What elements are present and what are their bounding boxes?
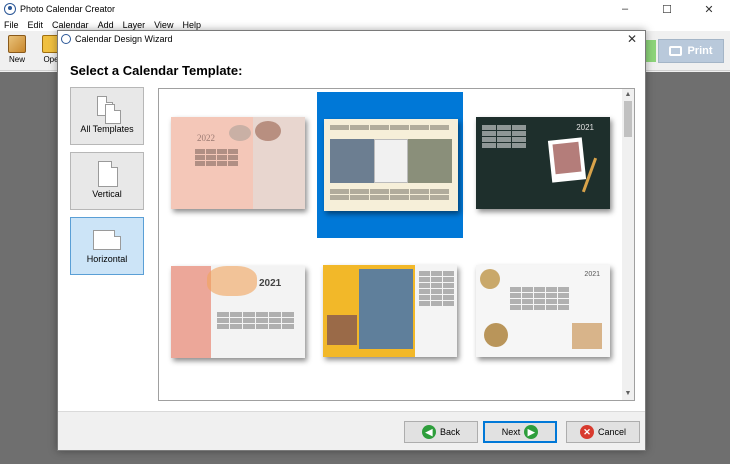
template-photo — [229, 125, 251, 141]
vertical-page-icon — [98, 161, 118, 187]
calendar-grid — [330, 189, 449, 200]
back-arrow-icon: ◀ — [421, 425, 436, 439]
dialog-footer: ◀ Back Next ▶ ✕ Cancel — [58, 411, 645, 450]
template-photo — [359, 269, 413, 349]
template-thumbnail-selected[interactable] — [324, 119, 458, 211]
template-photo — [374, 139, 408, 183]
pages-icon-back — [105, 104, 121, 124]
template-year-text: 2021 — [259, 278, 282, 289]
category-vertical[interactable]: Vertical — [70, 152, 144, 210]
menu-view[interactable]: View — [154, 20, 173, 30]
template-photo — [327, 315, 357, 345]
new-document-icon — [8, 35, 26, 53]
app-titlebar: Photo Calendar Creator – ☐ ✕ — [0, 0, 730, 18]
maximize-button[interactable]: ☐ — [646, 0, 688, 18]
floral-decoration — [171, 266, 211, 358]
template-photo — [255, 121, 281, 141]
next-button-label: Next — [501, 427, 521, 437]
dialog-titlebar: Calendar Design Wizard ✕ — [58, 31, 645, 47]
calendar-grid — [217, 312, 294, 329]
dialog-title: Calendar Design Wizard — [75, 34, 173, 44]
menu-layer[interactable]: Layer — [123, 20, 146, 30]
category-label: Vertical — [92, 189, 122, 199]
menu-add[interactable]: Add — [98, 20, 114, 30]
close-button[interactable]: ✕ — [688, 0, 730, 18]
template-category-list: All Templates Vertical Horizontal — [70, 87, 146, 282]
menu-help[interactable]: Help — [182, 20, 201, 30]
template-year-text: 2022 — [197, 133, 215, 143]
print-button[interactable]: Print — [658, 39, 724, 63]
category-horizontal[interactable]: Horizontal — [70, 217, 144, 275]
template-thumbnail[interactable]: 2021 — [476, 117, 610, 209]
floral-decoration — [207, 266, 257, 296]
calendar-grid — [419, 271, 454, 306]
template-thumbnail[interactable] — [323, 265, 457, 357]
app-logo-icon — [4, 3, 16, 15]
menu-edit[interactable]: Edit — [28, 20, 44, 30]
horizontal-page-icon — [93, 230, 121, 250]
template-photo — [408, 139, 452, 183]
template-photo — [572, 323, 602, 349]
print-button-label: Print — [687, 45, 713, 57]
next-arrow-icon: ▶ — [524, 425, 539, 439]
cancel-button[interactable]: ✕ Cancel — [566, 421, 640, 443]
new-button-label: New — [8, 55, 25, 64]
scrollbar-thumb[interactable] — [624, 101, 632, 137]
scroll-up-arrow-icon[interactable]: ▲ — [622, 89, 634, 101]
new-button[interactable]: New — [2, 35, 32, 64]
template-year-text: 2021 — [584, 271, 600, 278]
category-label: Horizontal — [86, 254, 128, 264]
cancel-x-icon: ✕ — [579, 425, 594, 439]
back-button-label: Back — [439, 427, 460, 437]
back-button[interactable]: ◀ Back — [404, 421, 478, 443]
calendar-grid — [482, 125, 526, 148]
template-photo — [552, 141, 582, 175]
ornament-decoration — [484, 323, 508, 347]
dialog-heading: Select a Calendar Template: — [70, 63, 243, 78]
menu-calendar[interactable]: Calendar — [52, 20, 89, 30]
toolbar-green-button[interactable] — [646, 40, 656, 62]
calendar-grid — [330, 125, 449, 130]
app-window: Photo Calendar Creator – ☐ ✕ File Edit C… — [0, 0, 730, 464]
category-label: All Templates — [80, 124, 134, 134]
scroll-down-arrow-icon[interactable]: ▼ — [622, 388, 634, 400]
ornament-decoration — [480, 269, 500, 289]
next-button[interactable]: Next ▶ — [483, 421, 557, 443]
printer-icon — [669, 46, 683, 56]
calendar-design-wizard-dialog: Calendar Design Wizard ✕ Select a Calend… — [57, 30, 646, 451]
dialog-logo-icon — [61, 34, 71, 44]
cancel-button-label: Cancel — [597, 427, 626, 437]
template-gallery: 2022 2021 2021 2021 ▲ ▼ — [158, 88, 635, 401]
template-photo — [330, 139, 374, 183]
window-controls: – ☐ ✕ — [604, 0, 730, 18]
minimize-button[interactable]: – — [604, 0, 646, 18]
calendar-grid — [195, 149, 238, 166]
template-thumbnail[interactable]: 2021 — [476, 265, 610, 357]
gallery-scrollbar[interactable]: ▲ ▼ — [622, 89, 634, 400]
dialog-close-button[interactable]: ✕ — [625, 32, 639, 46]
template-thumbnail[interactable]: 2021 — [171, 266, 305, 358]
calendar-grid — [510, 287, 569, 310]
template-thumbnail[interactable]: 2022 — [171, 117, 305, 209]
template-year-text: 2021 — [576, 123, 594, 132]
menu-file[interactable]: File — [4, 20, 19, 30]
app-title: Photo Calendar Creator — [20, 4, 116, 14]
category-all-templates[interactable]: All Templates — [70, 87, 144, 145]
